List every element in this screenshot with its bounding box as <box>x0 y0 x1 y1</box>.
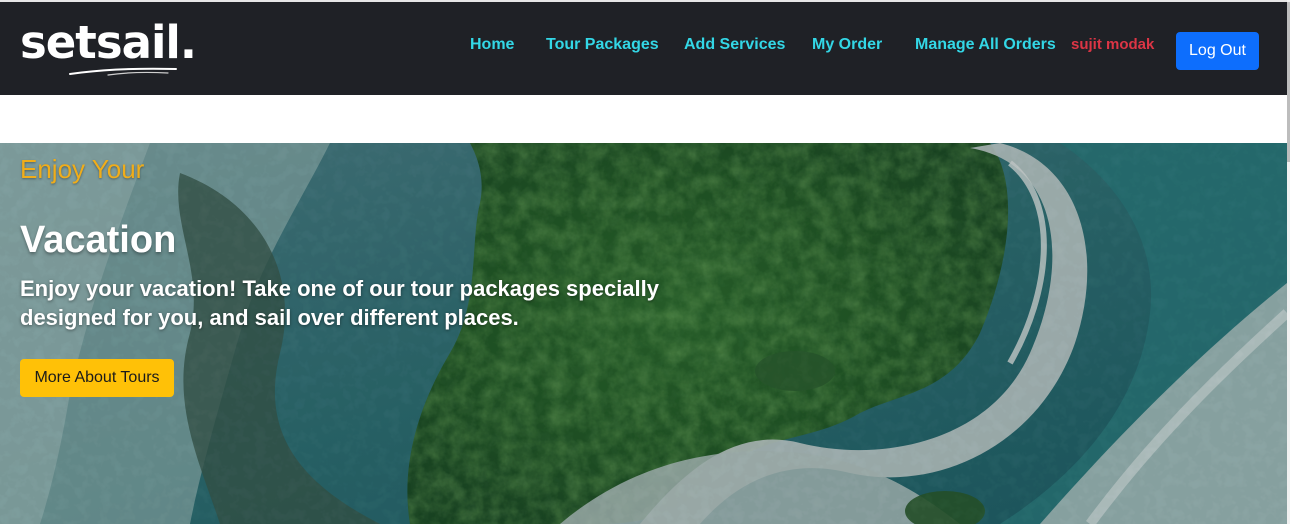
hero-description: Enjoy your vacation! Take one of our tou… <box>20 276 659 330</box>
user-name: sujit modak <box>1071 36 1155 53</box>
nav-my-order-link[interactable]: My Order <box>812 36 882 54</box>
nav-add-services-link[interactable]: Add Services <box>684 36 785 54</box>
more-about-tours-button[interactable]: More About Tours <box>20 359 174 397</box>
logout-button[interactable]: Log Out <box>1176 32 1259 70</box>
logo-swoosh-icon <box>69 67 177 76</box>
nav-home-link[interactable]: Home <box>470 36 514 54</box>
aerial-island-image <box>0 143 1287 524</box>
hero-title: Vacation <box>20 219 177 261</box>
top-navbar: setsail. Home Tour Packages Add Services… <box>0 0 1287 95</box>
nav-tour-packages-link[interactable]: Tour Packages <box>546 36 659 54</box>
brand-logo[interactable]: setsail. <box>20 16 230 82</box>
hero-kicker: Enjoy Your <box>20 154 145 184</box>
nav-manage-all-orders-link[interactable]: Manage All Orders <box>915 36 1056 54</box>
hero-banner: Enjoy Your Vacation Enjoy your vacation!… <box>0 143 1287 524</box>
brand-name: setsail. <box>20 16 197 69</box>
